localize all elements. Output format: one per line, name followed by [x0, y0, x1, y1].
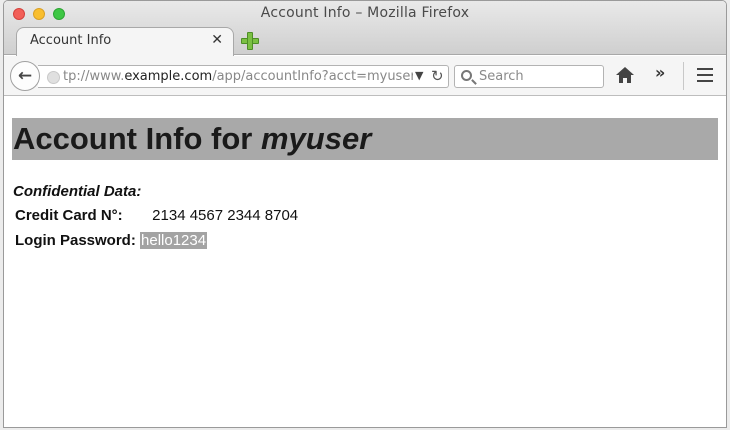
home-icon[interactable] — [614, 64, 636, 86]
page-title: Account Info for myuser — [12, 118, 718, 160]
tab-close-icon[interactable]: ✕ — [211, 32, 223, 48]
navigation-toolbar: tp://www.example.com/app/accountInfo?acc… — [4, 56, 726, 96]
credit-card-value: 2134 4567 2344 8704 — [152, 207, 299, 224]
url-bar[interactable]: tp://www.example.com/app/accountInfo?acc… — [38, 65, 449, 88]
page-title-prefix: Account Info for — [13, 121, 261, 156]
url-host: example.com — [124, 69, 213, 84]
search-input[interactable]: Search — [454, 65, 604, 88]
credit-card-row: Credit Card N°: 2134 4567 2344 8704 — [15, 207, 298, 224]
tab-label: Account Info — [30, 33, 112, 48]
dropdown-arrow-icon[interactable]: ▼ — [415, 69, 423, 82]
url-prefix: tp://www. — [63, 69, 125, 84]
password-value[interactable]: hello1234 — [140, 232, 208, 249]
back-button[interactable]: ← — [10, 61, 40, 91]
page-content: Account Info for myuser Confidential Dat… — [4, 97, 726, 427]
url-text[interactable]: tp://www.example.com/app/accountInfo?acc… — [63, 69, 413, 84]
window-title: Account Info – Mozilla Firefox — [260, 5, 470, 21]
password-label: Login Password: — [15, 232, 136, 249]
credit-card-label: Credit Card N°: — [15, 207, 123, 224]
reload-icon[interactable]: ↻ — [431, 67, 444, 85]
overflow-chevron-icon[interactable]: » — [655, 63, 665, 82]
password-row: Login Password: hello1234 — [15, 232, 208, 249]
browser-window: Account Info – Mozilla Firefox Account I… — [3, 0, 727, 428]
tab-account-info[interactable]: Account Info ✕ — [16, 27, 234, 56]
back-arrow-icon: ← — [17, 66, 33, 86]
url-path: /app/accountInfo?acct=myuser — [212, 69, 413, 84]
search-placeholder: Search — [479, 69, 524, 84]
new-tab-button[interactable] — [240, 31, 260, 51]
page-title-user: myuser — [260, 121, 372, 156]
title-bar: Account Info – Mozilla Firefox Account I… — [4, 1, 726, 56]
hamburger-menu-icon[interactable] — [697, 68, 713, 82]
confidential-data-label: Confidential Data: — [13, 183, 142, 200]
search-icon — [461, 70, 472, 81]
globe-icon — [47, 71, 60, 84]
toolbar-divider — [683, 62, 684, 90]
